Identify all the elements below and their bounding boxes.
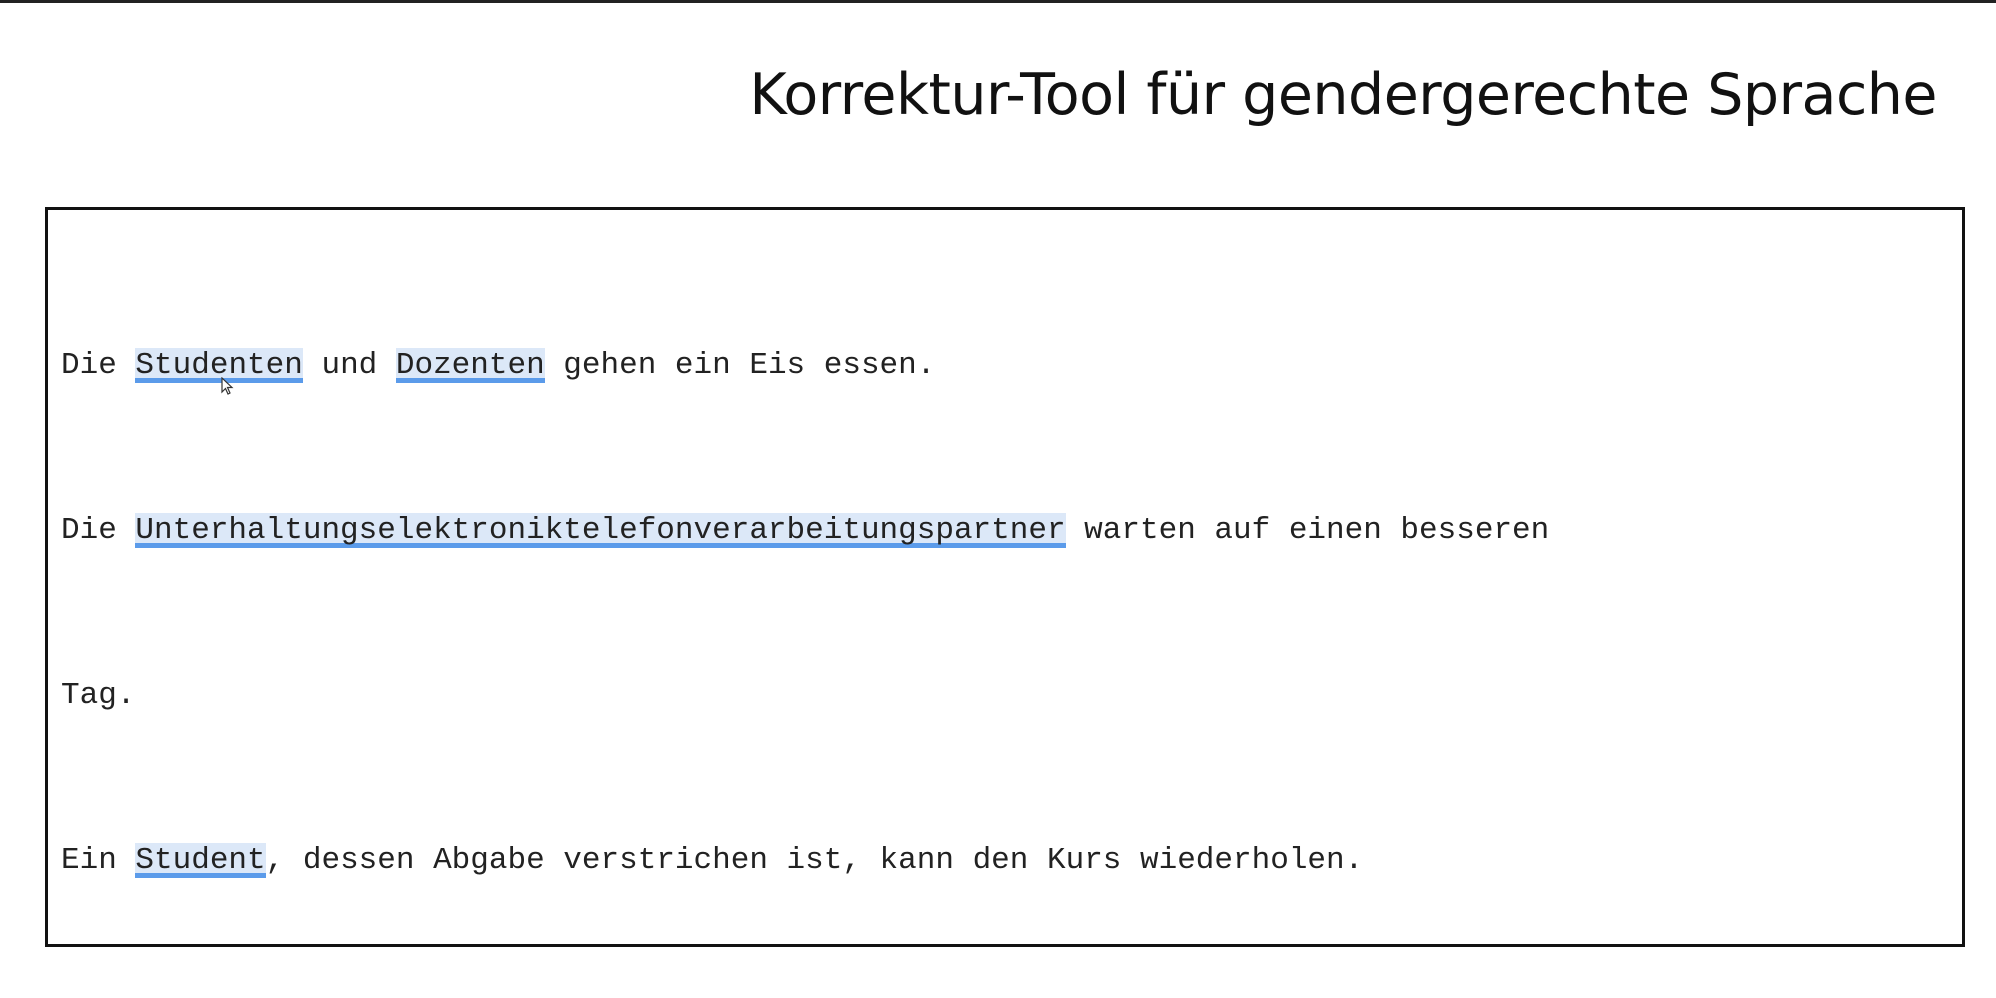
editor-line: Tag. [61, 668, 1961, 723]
text-segment: Ein [61, 843, 136, 878]
text-segment: warten auf einen besseren [1065, 513, 1550, 548]
text-segment: Die [61, 513, 136, 548]
text-segment: Die [61, 348, 136, 383]
flagged-word-student[interactable]: Student [135, 843, 266, 878]
flagged-word-partner[interactable]: Unterhaltungselektroniktelefonverarbeitu… [135, 513, 1066, 548]
text-segment: Tag. [61, 678, 136, 713]
flagged-word-studenten[interactable]: Stude nten [135, 348, 303, 395]
text-segment: gehen ein Eis essen. [544, 348, 936, 383]
editor-content[interactable]: Die Stude nten und Dozenten gehen ein Eis… [61, 228, 1961, 998]
flagged-word-part: Stude [135, 348, 229, 383]
editor-line: Die Unterhaltungselektroniktelefonverarb… [61, 503, 1961, 558]
flagged-word-part: nten [228, 348, 303, 383]
top-border [0, 0, 1996, 3]
flagged-word-dozenten[interactable]: Dozenten [395, 348, 545, 383]
text-segment: , dessen Abgabe verstrichen ist, kann de… [265, 843, 1364, 878]
page-title: Korrektur-Tool für gendergerechte Sprach… [749, 62, 1937, 128]
text-editor[interactable]: Die Stude nten und Dozenten gehen ein Eis… [45, 207, 1965, 947]
editor-line: Ein Student, dessen Abgabe verstrichen i… [61, 833, 1961, 888]
text-segment: und [302, 348, 396, 383]
editor-line: Die Stude nten und Dozenten gehen ein Eis… [61, 338, 1961, 395]
